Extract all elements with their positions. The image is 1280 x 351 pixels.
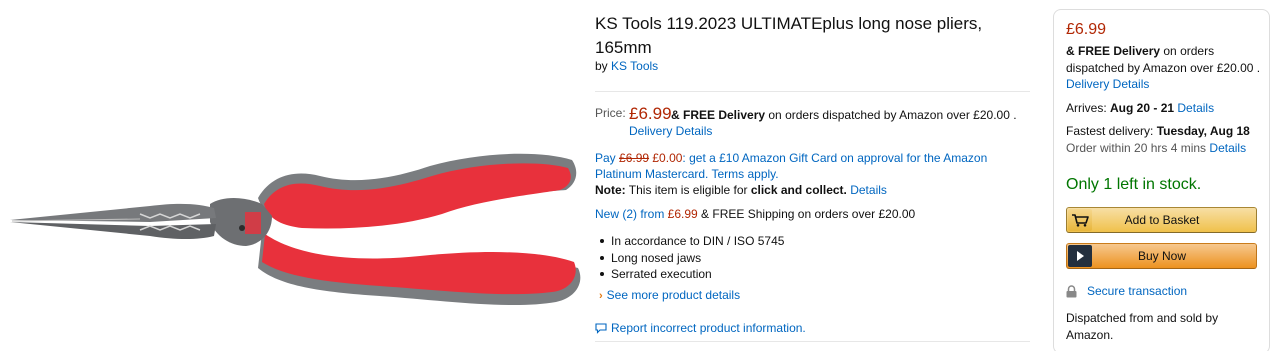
feature-bullets: In accordance to DIN / ISO 5745 Long nos… [595,233,784,283]
buy-box: £6.99 & FREE Delivery on orders dispatch… [1053,9,1270,351]
free-delivery-text: & FREE Delivery on orders dispatched by … [671,108,1017,122]
stock-status: Only 1 left in stock. [1066,176,1202,193]
arrives-info: Arrives: Aug 20 - 21 Details [1066,101,1214,115]
chevron-right-icon: › [599,290,603,302]
promo-new-price: £0.00 [649,151,683,165]
buybox-price: £6.99 [1066,21,1107,38]
play-icon [1068,245,1092,267]
product-title: KS Tools 119.2023 ULTIMATEplus long nose… [595,14,983,57]
see-more-label: See more product details [606,288,741,302]
fastest-label: Fastest delivery: [1066,124,1157,138]
pliers-illustration [10,153,581,306]
buybox-delivery: & FREE Delivery on orders dispatched by … [1066,43,1266,93]
order-details-link[interactable]: Details [1209,141,1246,155]
promo-pay-prefix: Pay [595,151,620,165]
byline: by KS Tools [595,59,658,73]
new-offers-link[interactable]: New (2) from [595,207,664,221]
divider [595,341,1030,342]
dispatched-by: Dispatched from and sold by Amazon. [1066,311,1219,342]
order-within: Order within 20 hrs 4 mins [1066,140,1207,155]
brand-link[interactable]: KS Tools [611,59,658,73]
report-label: Report incorrect product information. [611,321,806,335]
see-more-details-link[interactable]: › See more product details [599,288,740,302]
arrives-label: Arrives: [1066,101,1111,115]
note-bold: click and collect. [750,183,847,197]
buy-now-label: Buy Now [1137,249,1187,263]
add-to-basket-button[interactable]: Add to Basket [1066,207,1257,233]
lock-icon [1066,284,1077,297]
product-details: KS Tools 119.2023 ULTIMATEplus long nose… [595,0,1030,351]
fastest-delivery: Fastest delivery: Tuesday, Aug 18 Order … [1066,123,1266,156]
click-collect-note: Note: This item is eligible for click an… [595,182,887,198]
secure-transaction-link[interactable]: Secure transaction [1087,284,1187,298]
promo-offer[interactable]: Pay £6.99 £0.00: get a £10 Amazon Gift C… [595,150,1025,182]
feature-bullet: Long nosed jaws [595,250,784,267]
comment-icon [595,322,607,334]
note-details-link[interactable]: Details [850,183,887,197]
buy-now-button[interactable]: Buy Now [1066,243,1257,269]
cart-icon [1068,209,1092,231]
other-offers: New (2) from £6.99 & FREE Shipping on or… [595,207,915,221]
free-delivery-bold: & FREE Delivery [671,108,766,122]
offers-shipping: & FREE Shipping on orders over £20.00 [697,207,916,221]
note-label: Note: [595,183,626,197]
byline-prefix: by [595,59,608,73]
fastest-date: Tuesday, Aug 18 [1156,124,1250,138]
divider [595,91,1030,92]
secure-transaction[interactable]: Secure transaction [1066,284,1187,298]
note-text: This item is eligible for [625,183,751,197]
offers-price: £6.99 [664,207,698,221]
price-label: Price: [595,106,626,120]
feature-bullet: In accordance to DIN / ISO 5745 [595,233,784,250]
promo-old-price: £6.99 [619,151,650,165]
arrives-details-link[interactable]: Details [1177,101,1214,115]
buybox-delivery-details-link[interactable]: Delivery Details [1066,77,1149,91]
add-to-basket-label: Add to Basket [1124,213,1200,227]
buybox-free-bold: & FREE Delivery [1066,44,1161,58]
product-image[interactable] [0,0,590,351]
free-delivery-conditions: on orders dispatched by Amazon over £20.… [765,108,1017,122]
price-value: £6.99 [629,104,672,123]
delivery-details-link[interactable]: Delivery Details [629,124,712,138]
arrives-date: Aug 20 - 21 [1110,101,1175,115]
report-info-link[interactable]: Report incorrect product information. [595,321,806,335]
feature-bullet: Serrated execution [595,266,784,283]
